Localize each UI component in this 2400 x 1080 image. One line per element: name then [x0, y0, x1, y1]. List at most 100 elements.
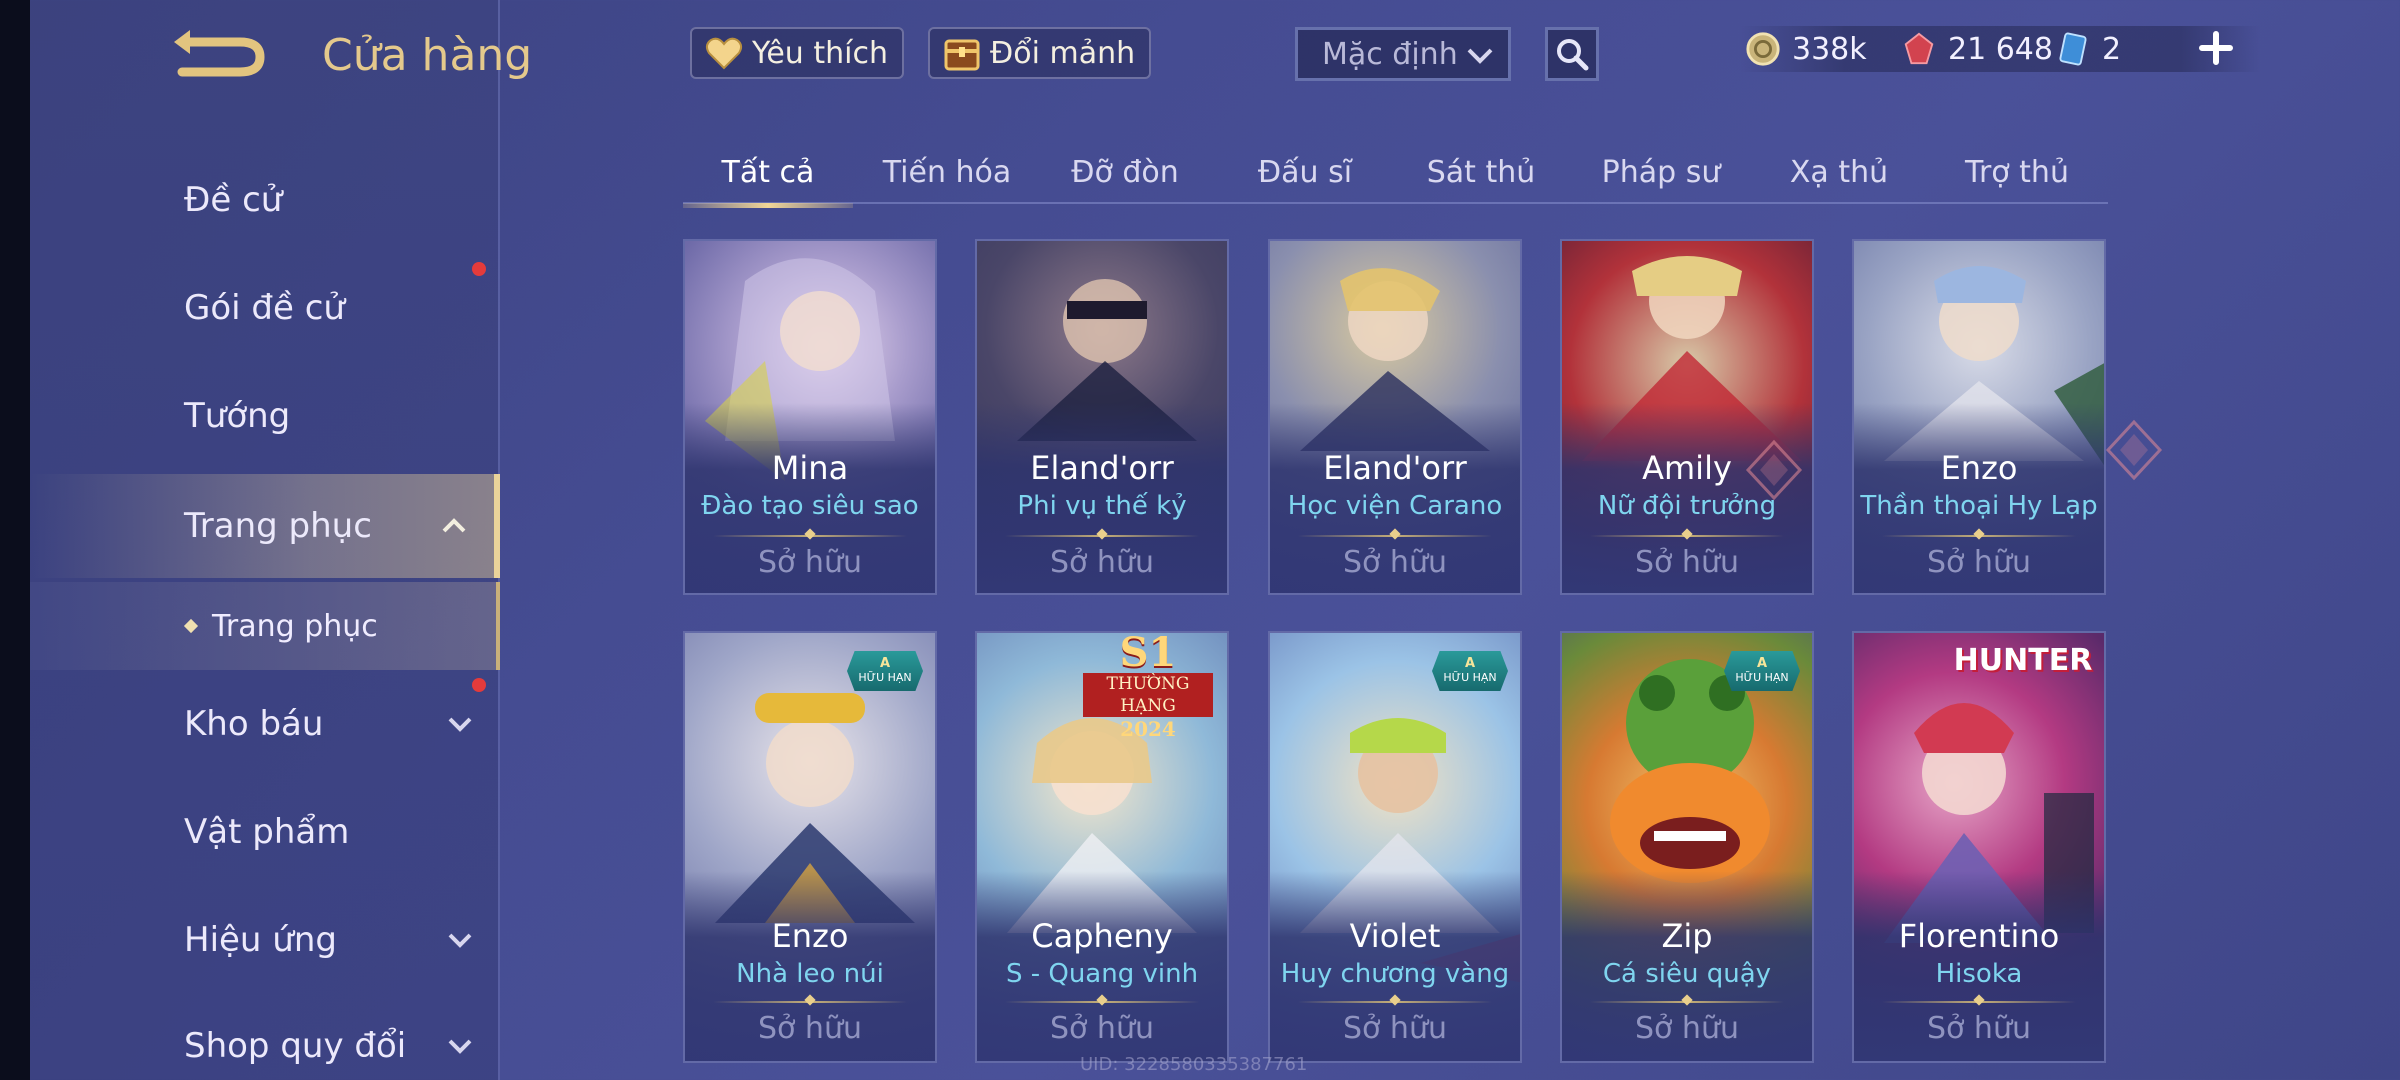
hero-name: Enzo	[771, 917, 849, 955]
skin-name: Học viện Carano	[1287, 491, 1503, 521]
hero-name: Zip	[1661, 917, 1713, 955]
sidebar-item-exchange-shop[interactable]: Shop quy đổi	[30, 996, 500, 1080]
search-button[interactable]	[1545, 27, 1599, 81]
chevron-down-icon	[448, 717, 472, 732]
hero-name: Eland'orr	[1323, 449, 1467, 487]
favorite-button[interactable]: Yêu thích	[690, 27, 904, 79]
divider	[1298, 535, 1492, 537]
sidebar-item-label: Trang phục	[184, 506, 372, 546]
owned-status: Sở hữu	[1343, 1011, 1447, 1046]
sidebar-item-label: Vật phẩm	[184, 812, 350, 852]
hero-name: Eland'orr	[1030, 449, 1174, 487]
tab-tank[interactable]: Đỡ đòn	[1040, 140, 1210, 204]
tab-marksman[interactable]: Xạ thủ	[1754, 140, 1924, 204]
user-id: UID: 3228580335387761	[1080, 1054, 1308, 1075]
sidebar-item-label: Gói đề cử	[184, 288, 345, 328]
gold-coin-icon	[1744, 30, 1782, 68]
skin-name: Nhà leo núi	[736, 959, 884, 989]
owned-status: Sở hữu	[1343, 545, 1447, 580]
sidebar-item-label: Shop quy đổi	[184, 1026, 407, 1066]
skin-name: Cá siêu quậy	[1602, 959, 1772, 989]
sidebar-subitem-label: Trang phục	[212, 608, 378, 644]
sidebar-item-items[interactable]: Vật phẩm	[30, 782, 500, 882]
skin-card[interactable]: S1 THƯỜNG HẠNG 2024 Capheny S - Quang vi…	[975, 631, 1229, 1063]
diamond-emblem-icon	[2105, 419, 2163, 481]
card-icon	[2054, 30, 2092, 68]
divider	[1590, 535, 1784, 537]
sidebar-item-effects[interactable]: Hiệu ứng	[30, 890, 500, 990]
tab-all[interactable]: Tất cả	[683, 140, 853, 208]
notification-dot	[472, 262, 486, 276]
sidebar-item-treasure[interactable]: Kho báu	[30, 674, 500, 774]
skin-card[interactable]: HUNTER Florentino Hisoka Sở hữu	[1852, 631, 2106, 1063]
favorite-label: Yêu thích	[752, 35, 888, 71]
chevron-up-icon	[442, 518, 466, 533]
owned-status: Sở hữu	[1927, 545, 2031, 580]
skin-name: S - Quang vinh	[1005, 959, 1199, 989]
divider	[1590, 1001, 1784, 1003]
divider	[1005, 535, 1199, 537]
divider	[1298, 1001, 1492, 1003]
owned-status: Sở hữu	[758, 545, 862, 580]
skin-name: Huy chương vàng	[1280, 959, 1510, 989]
divider	[713, 535, 907, 537]
notification-dot	[472, 678, 486, 692]
sidebar-item-recommended-packs[interactable]: Gói đề cử	[30, 258, 500, 358]
divider	[713, 1001, 907, 1003]
sidebar-item-label: Đề cử	[184, 180, 283, 220]
skin-card[interactable]: Mina Đào tạo siêu sao Sở hữu	[683, 239, 937, 595]
hero-name: Enzo	[1940, 449, 2018, 487]
skin-name: Đào tạo siêu sao	[701, 491, 919, 521]
page-title: Cửa hàng	[322, 30, 533, 81]
gold-amount: 338k	[1792, 31, 1867, 67]
card-amount: 2	[2102, 31, 2122, 67]
owned-status: Sở hữu	[1050, 1011, 1154, 1046]
tab-mage[interactable]: Pháp sư	[1576, 140, 1746, 204]
divider	[1005, 1001, 1199, 1003]
skin-card[interactable]: A HỮU HẠN Violet Huy chương vàng Sở hữu	[1268, 631, 1522, 1063]
voucher-balance: 21 648	[1900, 24, 2053, 74]
tab-assassin[interactable]: Sát thủ	[1396, 140, 1566, 204]
exchange-label: Đổi mảnh	[990, 35, 1136, 71]
sidebar-item-recommended[interactable]: Đề cử	[30, 150, 500, 250]
skin-card[interactable]: Amily Nữ đội trưởng Sở hữu	[1560, 239, 1814, 595]
skin-card[interactable]: Eland'orr Học viện Carano Sở hữu	[1268, 239, 1522, 595]
sidebar-item-skins[interactable]: Trang phục	[30, 474, 500, 578]
sidebar-item-label: Tướng	[184, 396, 291, 436]
divider	[1882, 1001, 2076, 1003]
hunter-collab-tag: HUNTER	[1953, 643, 2093, 678]
sidebar-item-heroes[interactable]: Tướng	[30, 366, 500, 466]
chevron-down-icon	[448, 1039, 472, 1054]
hero-name: Capheny	[1031, 917, 1173, 955]
skin-card[interactable]: Eland'orr Phi vụ thế kỷ Sở hữu	[975, 239, 1229, 595]
limited-badge: A HỮU HẠN	[847, 651, 923, 691]
chevron-down-icon	[1467, 48, 1493, 64]
red-gem-icon	[1900, 30, 1938, 68]
search-icon	[1557, 39, 1589, 71]
skin-card[interactable]: A HỮU HẠN Enzo Nhà leo núi Sở hữu	[683, 631, 937, 1063]
add-currency-button[interactable]	[2196, 28, 2236, 68]
sidebar-item-label: Hiệu ứng	[184, 920, 337, 960]
tab-evolution[interactable]: Tiến hóa	[862, 140, 1032, 204]
treasure-chest-icon	[940, 31, 984, 75]
tab-fighter[interactable]: Đấu sĩ	[1220, 140, 1390, 204]
owned-status: Sở hữu	[758, 1011, 862, 1046]
sidebar-subitem-skins[interactable]: Trang phục	[30, 582, 500, 670]
skin-name: Phi vụ thế kỷ	[1017, 491, 1187, 521]
exchange-fragments-button[interactable]: Đổi mảnh	[928, 27, 1152, 79]
divider	[1882, 535, 2076, 537]
skin-card[interactable]: Enzo Thần thoại Hy Lạp Sở hữu	[1852, 239, 2106, 595]
screen-left-edge	[0, 0, 30, 1080]
voucher-amount: 21 648	[1948, 31, 2053, 67]
sort-dropdown[interactable]: Mặc định	[1295, 27, 1511, 81]
owned-status: Sở hữu	[1927, 1011, 2031, 1046]
skin-card[interactable]: A HỮU HẠN Zip Cá siêu quậy Sở hữu	[1560, 631, 1814, 1063]
ranked-season-tag: S1 THƯỜNG HẠNG 2024	[1073, 633, 1223, 741]
owned-status: Sở hữu	[1050, 545, 1154, 580]
chevron-down-icon	[448, 933, 472, 948]
back-button[interactable]	[160, 22, 280, 92]
tab-support[interactable]: Trợ thủ	[1932, 140, 2102, 204]
skin-name: Thần thoại Hy Lạp	[1860, 491, 2098, 521]
hero-name: Violet	[1349, 917, 1441, 955]
gold-balance: 338k	[1744, 24, 1867, 74]
